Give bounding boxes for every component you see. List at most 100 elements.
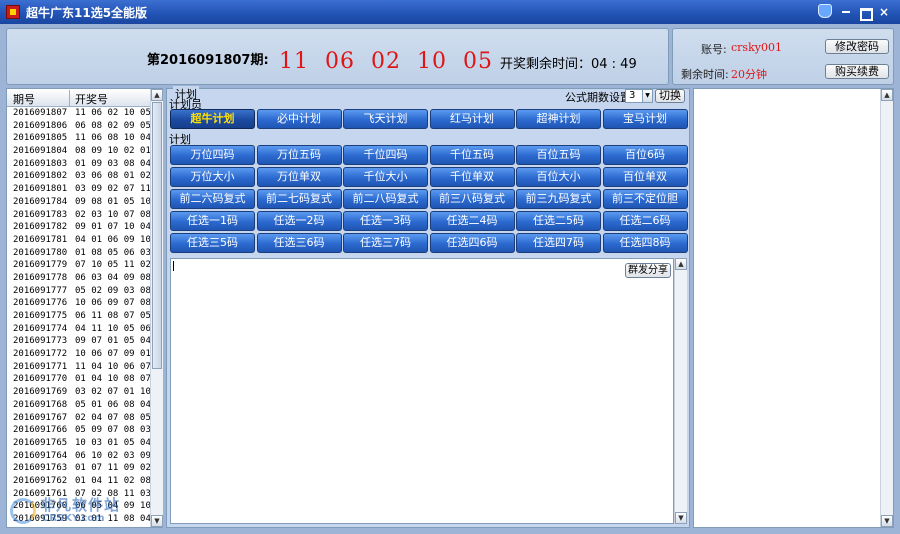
scroll-down-icon[interactable]: ▼ bbox=[881, 515, 893, 527]
plan-option-button[interactable]: 千位单双 bbox=[429, 167, 515, 187]
plan-option-button[interactable]: 前二六码复式 bbox=[170, 189, 255, 209]
planner-button[interactable]: 红马计划 bbox=[429, 109, 515, 129]
history-issue: 2016091762 bbox=[13, 475, 68, 486]
history-row[interactable]: 2016091764 06 10 02 03 09 bbox=[7, 450, 150, 463]
change-password-button[interactable]: 修改密码 bbox=[825, 39, 889, 54]
history-row[interactable]: 2016091802 03 06 08 01 02 bbox=[7, 170, 150, 183]
group-share-button[interactable]: 群发分享 bbox=[625, 263, 671, 278]
history-row[interactable]: 2016091781 04 01 06 09 10 bbox=[7, 234, 150, 247]
plan-option-button[interactable]: 任选一3码 bbox=[343, 211, 428, 231]
plan-option-button[interactable]: 任选三6码 bbox=[256, 233, 342, 253]
plan-option-button[interactable]: 前三不定位胆 bbox=[602, 189, 688, 209]
history-row[interactable]: 2016091766 05 09 07 08 03 bbox=[7, 424, 150, 437]
plan-option-button[interactable]: 百位单双 bbox=[602, 167, 688, 187]
history-row[interactable]: 2016091770 01 04 10 08 07 bbox=[7, 373, 150, 386]
history-row[interactable]: 2016091778 06 03 04 09 08 bbox=[7, 272, 150, 285]
history-row[interactable]: 2016091805 11 06 08 10 04 bbox=[7, 132, 150, 145]
plan-option-button[interactable]: 千位四码 bbox=[343, 145, 428, 165]
history-list[interactable]: 期号 开奖号 2016091807 11 06 02 10 05 201609180… bbox=[6, 88, 163, 528]
plan-option-button[interactable]: 前二八码复式 bbox=[343, 189, 428, 209]
scroll-up-icon[interactable]: ▲ bbox=[151, 89, 163, 101]
history-row[interactable]: 2016091775 06 11 08 07 05 bbox=[7, 310, 150, 323]
restore-icon[interactable] bbox=[857, 5, 873, 21]
history-row[interactable]: 2016091773 09 07 01 05 04 bbox=[7, 335, 150, 348]
planner-button[interactable]: 飞天计划 bbox=[343, 109, 428, 129]
history-row[interactable]: 2016091762 01 04 11 02 08 bbox=[7, 475, 150, 488]
history-row[interactable]: 2016091780 01 08 05 06 03 bbox=[7, 247, 150, 260]
renew-button[interactable]: 购买续费 bbox=[825, 64, 889, 79]
scroll-up-icon[interactable]: ▲ bbox=[675, 258, 687, 270]
plan-option-button[interactable]: 任选二4码 bbox=[429, 211, 515, 231]
history-row[interactable]: 2016091779 07 10 05 11 02 bbox=[7, 259, 150, 272]
plan-option-button[interactable]: 任选一1码 bbox=[170, 211, 255, 231]
history-row[interactable]: 2016091806 06 08 02 09 05 bbox=[7, 120, 150, 133]
close-icon[interactable]: × bbox=[876, 5, 892, 19]
plan-option-button[interactable]: 万位四码 bbox=[170, 145, 255, 165]
plan-option-button[interactable]: 万位单双 bbox=[256, 167, 342, 187]
planner-button[interactable]: 必中计划 bbox=[256, 109, 342, 129]
history-row[interactable]: 2016091769 03 02 07 01 10 bbox=[7, 386, 150, 399]
plan-option-button[interactable]: 千位大小 bbox=[343, 167, 428, 187]
output-scrollbar[interactable]: ▲ ▼ bbox=[674, 258, 687, 524]
formula-period-select[interactable]: 3 ▼ bbox=[625, 89, 653, 103]
plan-option-button[interactable]: 百位大小 bbox=[516, 167, 601, 187]
history-row[interactable]: 2016091782 09 01 07 10 04 bbox=[7, 221, 150, 234]
history-row[interactable]: 2016091765 10 03 01 05 04 bbox=[7, 437, 150, 450]
history-numbers: 05 01 06 08 04 bbox=[75, 399, 150, 410]
history-row[interactable]: 2016091804 08 09 10 02 01 bbox=[7, 145, 150, 158]
history-issue: 2016091768 bbox=[13, 399, 68, 410]
history-row[interactable]: 2016091777 05 02 09 03 08 bbox=[7, 285, 150, 298]
draw-countdown: 开奖剩余时间：04 : 49 bbox=[500, 57, 637, 72]
history-row[interactable]: 2016091784 09 08 01 05 10 bbox=[7, 196, 150, 209]
plan-option-button[interactable]: 千位五码 bbox=[429, 145, 515, 165]
info-scrollbar[interactable]: ▲ ▼ bbox=[880, 89, 893, 527]
plan-option-button[interactable]: 任选四7码 bbox=[516, 233, 601, 253]
plan-option-button[interactable]: 百位五码 bbox=[516, 145, 601, 165]
info-panel[interactable]: ▲ ▼ bbox=[693, 88, 894, 528]
plan-option-button[interactable]: 万位大小 bbox=[170, 167, 255, 187]
plan-option-button[interactable]: 任选三7码 bbox=[343, 233, 428, 253]
history-row[interactable]: 2016091774 04 11 10 05 06 bbox=[7, 323, 150, 336]
plan-option-button[interactable]: 任选二5码 bbox=[516, 211, 601, 231]
history-row[interactable]: 2016091801 03 09 02 07 11 bbox=[7, 183, 150, 196]
planner-button[interactable]: 超神计划 bbox=[516, 109, 601, 129]
scroll-down-icon[interactable]: ▼ bbox=[675, 512, 687, 524]
plan-option-button[interactable]: 前二七码复式 bbox=[256, 189, 342, 209]
history-row[interactable]: 2016091776 10 06 09 07 08 bbox=[7, 297, 150, 310]
plan-output-area[interactable]: 群发分享 ▲ ▼ bbox=[170, 258, 687, 524]
plan-option-button[interactable]: 任选三5码 bbox=[170, 233, 255, 253]
history-numbers: 02 04 07 08 05 bbox=[75, 412, 150, 423]
history-row[interactable]: 2016091783 02 03 10 07 08 bbox=[7, 209, 150, 222]
plan-option-button[interactable]: 任选四8码 bbox=[602, 233, 688, 253]
history-row[interactable]: 2016091763 01 07 11 09 02 bbox=[7, 462, 150, 475]
switch-button[interactable]: 切换 bbox=[655, 89, 685, 103]
column-header-issue[interactable]: 期号 bbox=[13, 91, 35, 107]
plan-option-button[interactable]: 万位五码 bbox=[256, 145, 342, 165]
planner-button[interactable]: 超牛计划 bbox=[170, 109, 255, 129]
chevron-down-icon[interactable]: ▼ bbox=[642, 90, 652, 102]
formula-period-value: 3 bbox=[629, 90, 636, 101]
history-row[interactable]: 2016091767 02 04 07 08 05 bbox=[7, 412, 150, 425]
plan-option-button[interactable]: 百位6码 bbox=[602, 145, 688, 165]
history-row[interactable]: 2016091803 01 09 03 08 04 bbox=[7, 158, 150, 171]
history-scrollbar[interactable]: ▲ ▼ bbox=[150, 89, 163, 527]
scroll-up-icon[interactable]: ▲ bbox=[881, 89, 893, 101]
skin-icon[interactable] bbox=[818, 4, 832, 18]
plan-option-button[interactable]: 前三九码复式 bbox=[516, 189, 601, 209]
column-divider[interactable] bbox=[69, 90, 70, 106]
history-row[interactable]: 2016091771 11 04 10 06 07 bbox=[7, 361, 150, 374]
history-row[interactable]: 2016091807 11 06 02 10 05 bbox=[7, 107, 150, 120]
plan-option-button[interactable]: 任选四6码 bbox=[429, 233, 515, 253]
scroll-thumb[interactable] bbox=[152, 102, 162, 369]
history-row[interactable]: 2016091772 10 06 07 09 01 bbox=[7, 348, 150, 361]
column-header-numbers[interactable]: 开奖号 bbox=[75, 91, 108, 107]
plan-option-button[interactable]: 任选一2码 bbox=[256, 211, 342, 231]
history-issue: 2016091776 bbox=[13, 298, 68, 309]
scroll-down-icon[interactable]: ▼ bbox=[151, 515, 163, 527]
planner-button[interactable]: 宝马计划 bbox=[602, 109, 688, 129]
plan-option-button[interactable]: 前三八码复式 bbox=[429, 189, 515, 209]
history-row[interactable]: 2016091768 05 01 06 08 04 bbox=[7, 399, 150, 412]
history-numbers: 05 09 07 08 03 bbox=[75, 425, 150, 436]
minimize-icon[interactable] bbox=[838, 5, 854, 19]
plan-option-button[interactable]: 任选二6码 bbox=[602, 211, 688, 231]
